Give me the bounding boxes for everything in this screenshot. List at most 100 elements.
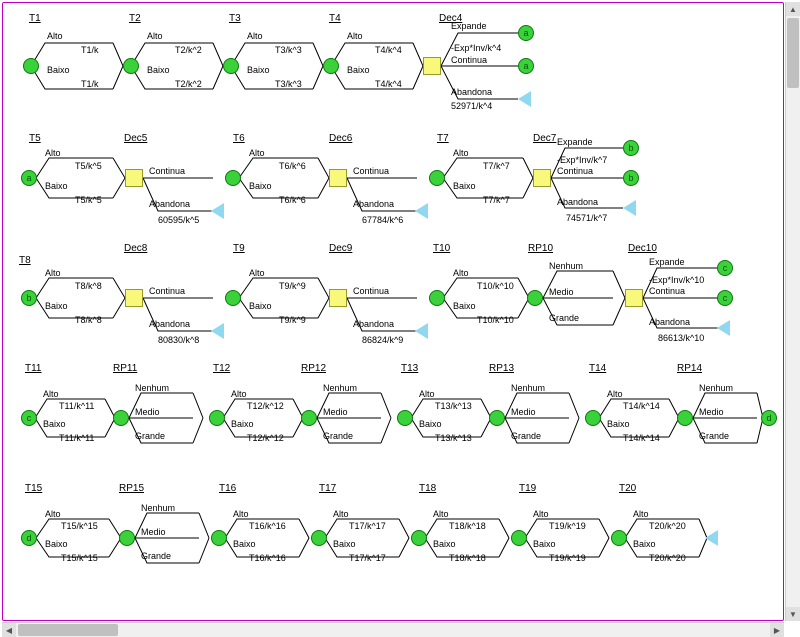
triangle-d9 [415,323,428,339]
label-neg: -Exp*Inv/k^7 [557,155,607,165]
label-abandona: Abandona [649,317,690,327]
label-frac: T14/k^14 [623,401,660,411]
label-frac: T6/k^6 [279,195,306,205]
label-frac: T20/k^20 [649,521,686,531]
label-frac: T2/k^2 [175,79,202,89]
row1-wires [3,3,783,113]
label-expande: Expande [557,137,593,147]
label-frac: T1/k [81,79,99,89]
start-a: a [21,170,37,186]
chance-node-t1 [23,58,39,74]
label-alto: Alto [45,148,61,158]
label-nenhum: Nenhum [511,383,545,393]
label-alto: Alto [433,509,449,519]
decision-node-dec5 [125,169,143,187]
label-value: 52971/k^4 [451,101,492,111]
decision-node-dec4 [423,57,441,75]
chance-node-rp11 [113,410,129,426]
triangle-end [705,530,718,546]
label-continua: Continua [557,166,593,176]
terminal-c: c [717,260,733,276]
chance-node-t19 [511,530,527,546]
label-alto: Alto [533,509,549,519]
chance-node-rp12 [301,410,317,426]
label-alto: Alto [231,389,247,399]
triangle-abandona-row1 [518,91,531,107]
decision-node-dec6 [329,169,347,187]
label-medio: Medio [135,407,160,417]
label-alto: Alto [147,31,163,41]
triangle-d5 [211,203,224,219]
label-neg: -Exp*Inv/k^4 [451,43,501,53]
chance-node-t17 [311,530,327,546]
chance-node-t9 [225,290,241,306]
label-baixo: Baixo [233,539,256,549]
triangle-d10 [717,320,730,336]
terminal-d: d [761,410,777,426]
label-baixo: Baixo [433,539,456,549]
label-baixo: Baixo [247,65,270,75]
label-abandona: Abandona [353,319,394,329]
label-medio: Medio [511,407,536,417]
label-value: 74571/k^7 [566,213,607,223]
label-medio: Medio [549,287,574,297]
terminal-a-top: a [518,25,534,41]
label-baixo: Baixo [45,181,68,191]
label-frac: T19/k^19 [549,521,586,531]
vertical-scrollbar[interactable]: ▲ ▼ [785,2,800,621]
scroll-thumb-h[interactable] [18,624,118,636]
label-frac: T12/k^12 [247,401,284,411]
label-grande: Grande [699,431,729,441]
label-continua: Continua [451,55,487,65]
label-frac: T16/k^16 [249,553,286,563]
label-frac: T7/k^7 [483,195,510,205]
label-baixo: Baixo [249,181,272,191]
label-alto: Alto [43,389,59,399]
label-nenhum: Nenhum [549,261,583,271]
horizontal-scrollbar[interactable]: ◀ ▶ [2,622,784,637]
label-frac: T17/k^17 [349,521,386,531]
scroll-down-button[interactable]: ▼ [786,607,800,621]
label-baixo: Baixo [231,419,254,429]
chance-node-t6 [225,170,241,186]
label-continua: Continua [353,286,389,296]
label-frac: T16/k^16 [249,521,286,531]
label-baixo: Baixo [419,419,442,429]
label-frac: T10/k^10 [477,315,514,325]
start-c: c [21,410,37,426]
label-grande: Grande [141,551,171,561]
label-alto: Alto [333,509,349,519]
scroll-thumb-v[interactable] [787,18,799,88]
label-alto: Alto [45,268,61,278]
label-baixo: Baixo [633,539,656,549]
decision-node-dec7 [533,169,551,187]
label-frac: T17/k^17 [349,553,386,563]
label-continua: Continua [649,286,685,296]
chance-node-t20 [611,530,627,546]
label-frac: T8/k^8 [75,315,102,325]
label-abandona: Abandona [149,199,190,209]
label-alto: Alto [47,31,63,41]
scroll-right-button[interactable]: ▶ [770,623,784,637]
label-baixo: Baixo [533,539,556,549]
scroll-up-button[interactable]: ▲ [786,2,800,16]
label-frac: T12/k^12 [247,433,284,443]
label-frac: T19/k^19 [549,553,586,563]
diagram-canvas: T1 T2 T3 T4 Dec4 a a Alto T1/k Baixo T1/… [2,2,784,621]
app-frame: T1 T2 T3 T4 Dec4 a a Alto T1/k Baixo T1/… [0,0,800,637]
label-grande: Grande [323,431,353,441]
label-continua: Continua [149,286,185,296]
terminal-c: c [717,290,733,306]
label-grande: Grande [549,313,579,323]
label-alto: Alto [249,148,265,158]
label-abandona: Abandona [149,319,190,329]
label-value: 86824/k^9 [362,335,403,345]
label-medio: Medio [141,527,166,537]
terminal-b: b [623,170,639,186]
label-frac: T18/k^18 [449,521,486,531]
scroll-left-button[interactable]: ◀ [2,623,16,637]
chance-node-t14 [585,410,601,426]
label-alto: Alto [247,31,263,41]
label-baixo: Baixo [43,419,66,429]
label-baixo: Baixo [45,301,68,311]
